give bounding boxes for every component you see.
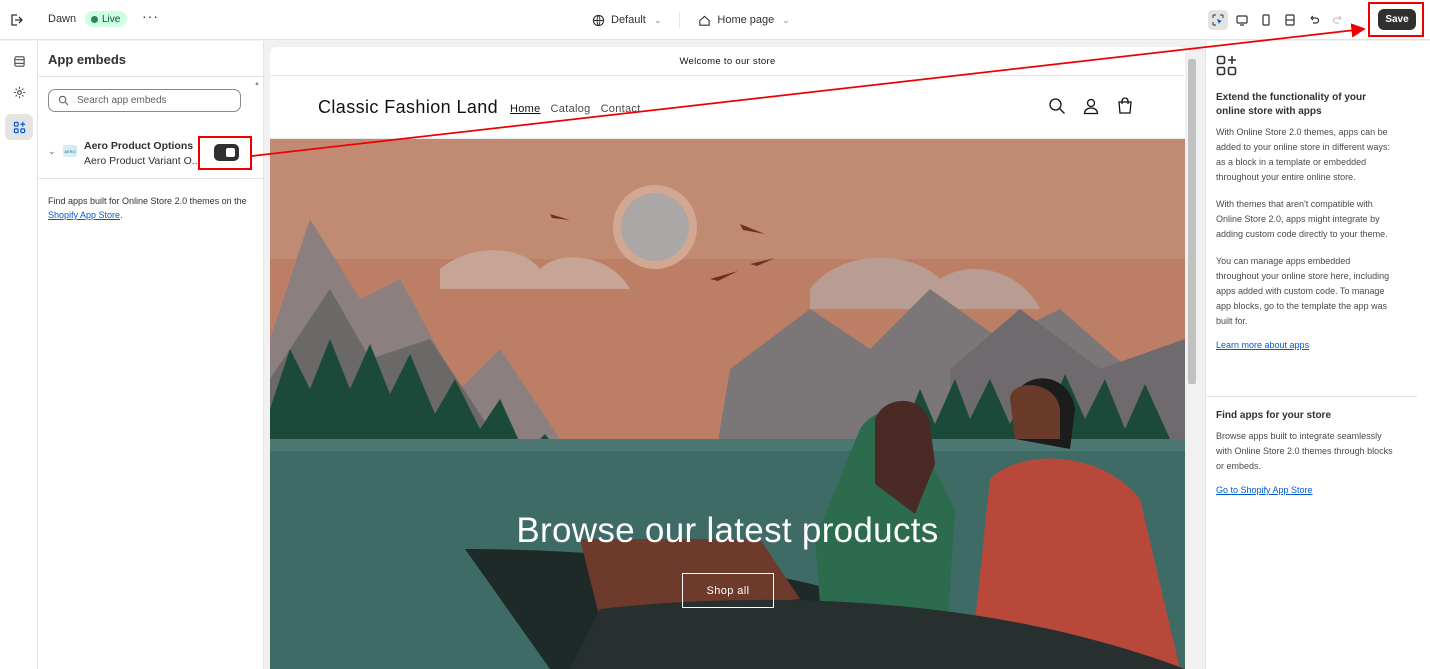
- annotation-arrow: [251, 23, 1366, 157]
